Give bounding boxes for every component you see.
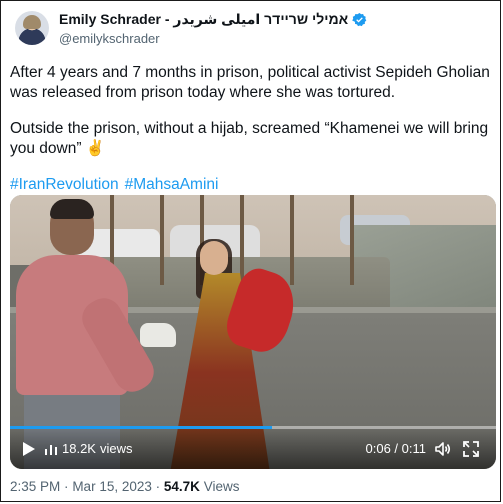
hashtag-link[interactable]: #MahsaAmini: [125, 176, 219, 193]
tweet-paragraph-1: After 4 years and 7 months in prison, po…: [10, 64, 490, 101]
tweet-views-count[interactable]: 54.7K: [164, 479, 200, 494]
tweet-time[interactable]: 2:35 PM: [10, 479, 60, 494]
hashtag-row: #IranRevolution #MahsaAmini: [10, 175, 490, 195]
tweet-footer: 2:35 PM · Mar 15, 2023 · 54.7K Views: [10, 479, 239, 494]
tweet-views-label: Views: [203, 479, 240, 494]
video-views-count: 18.2K: [62, 441, 96, 456]
tweet-card: Emily Schrader - אמילי שריידר امیلی شرید…: [0, 0, 501, 502]
tweet-paragraph-2: Outside the prison, without a hijab, scr…: [10, 120, 489, 157]
fullscreen-icon[interactable]: [462, 440, 480, 458]
volume-icon[interactable]: [434, 440, 452, 458]
display-name[interactable]: Emily Schrader - אמילי שריידר امیلی شرید…: [59, 11, 348, 28]
play-icon[interactable]: [22, 441, 36, 457]
video-views: 18.2K views: [44, 441, 133, 456]
footer-separator: ·: [155, 479, 161, 494]
video-progress-fill: [10, 426, 273, 429]
video-player[interactable]: 18.2K views 0:06 / 0:11: [10, 195, 496, 469]
user-handle[interactable]: @emilykschrader: [59, 31, 160, 46]
video-progress-bar[interactable]: [10, 426, 496, 429]
avatar[interactable]: [15, 11, 49, 45]
verified-badge-icon: [352, 12, 367, 27]
tweet-date[interactable]: Mar 15, 2023: [72, 479, 152, 494]
tweet-text: After 4 years and 7 months in prison, po…: [10, 63, 490, 211]
views-bars-icon: [45, 444, 57, 455]
display-name-row[interactable]: Emily Schrader - אמילי שריידר امیلی شرید…: [59, 11, 367, 28]
footer-separator: ·: [64, 479, 69, 494]
hashtag-link[interactable]: #IranRevolution: [10, 176, 119, 193]
video-views-label: views: [99, 441, 133, 456]
video-time: 0:06 / 0:11: [365, 441, 426, 456]
